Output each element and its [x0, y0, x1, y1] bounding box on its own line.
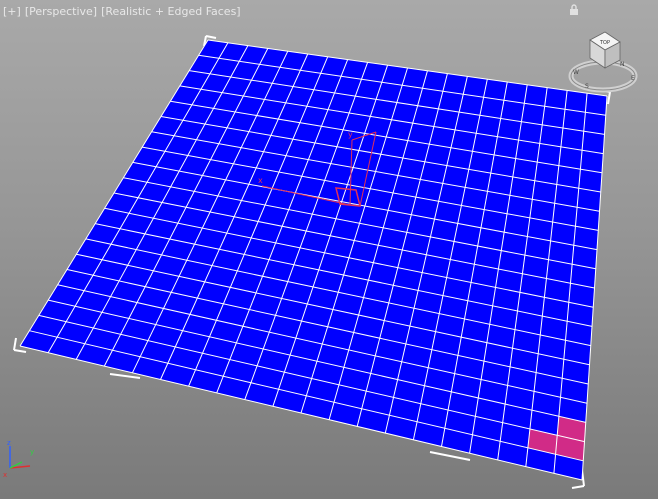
- viewport-shading-button[interactable]: [Realistic + Edged Faces]: [101, 5, 240, 18]
- viewcube-compass-n: N: [620, 61, 625, 68]
- selection-bracket: [205, 35, 217, 39]
- gizmo-x-label: x: [258, 176, 263, 185]
- viewcube[interactable]: TOP N E S W: [565, 28, 643, 98]
- perspective-viewport[interactable]: [+] [Perspective] [Realistic + Edged Fac…: [0, 0, 658, 499]
- viewport-menu-button[interactable]: [+]: [3, 5, 21, 18]
- lock-icon[interactable]: [569, 4, 579, 16]
- axis-tripod-x-label: x: [3, 471, 7, 478]
- selection-bracket: [429, 451, 471, 461]
- viewcube-compass-s: S: [585, 83, 589, 90]
- viewcube-face-label: TOP: [599, 40, 610, 46]
- selection-bracket: [571, 485, 585, 489]
- axis-tripod-z-label: z: [7, 439, 11, 447]
- selection-bracket: [13, 349, 27, 353]
- viewport-label: [+] [Perspective] [Realistic + Edged Fac…: [3, 3, 241, 19]
- plane-face-fill[interactable]: [20, 40, 607, 480]
- viewcube-compass-e: E: [631, 75, 635, 82]
- gizmo-y-label: y: [348, 130, 353, 139]
- plane-object[interactable]: [20, 40, 607, 480]
- viewcube-compass-w: W: [573, 69, 579, 76]
- viewport-view-button[interactable]: [Perspective]: [25, 5, 97, 18]
- selection-bracket: [13, 337, 17, 351]
- axis-tripod: z x y: [3, 439, 34, 478]
- axis-tripod-y-label: y: [30, 448, 34, 456]
- selection-bracket: [109, 373, 141, 379]
- scene-canvas[interactable]: xy: [0, 0, 658, 499]
